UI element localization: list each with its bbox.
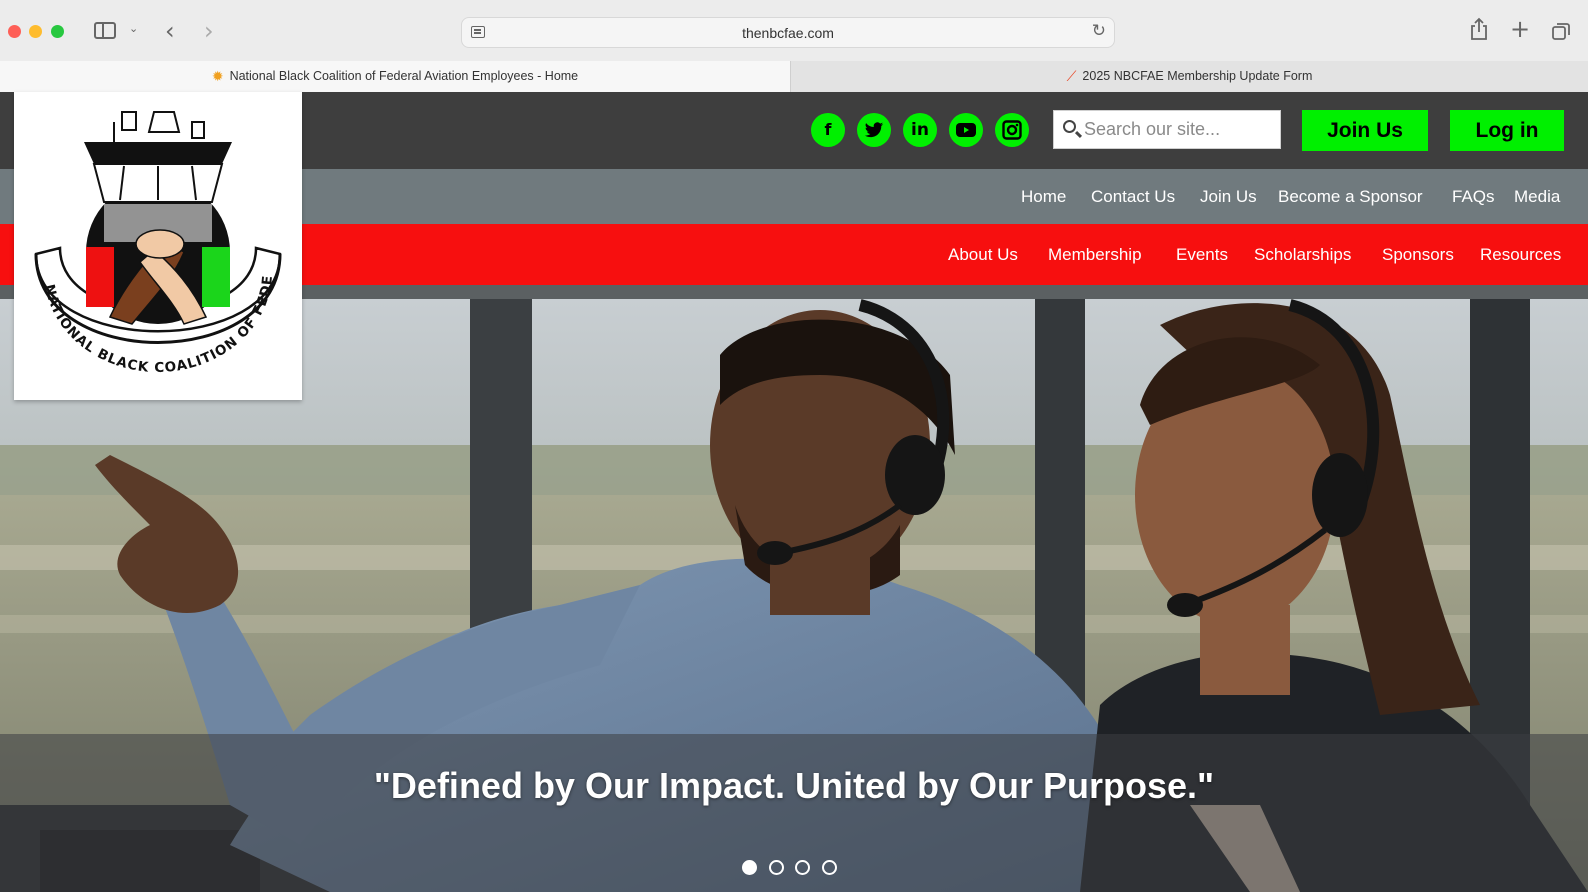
utility-nav-contact-us[interactable]: Contact Us [1091,187,1175,207]
search-input[interactable] [1084,111,1274,148]
join-us-button[interactable]: Join Us [1302,110,1428,151]
main-nav-scholarships[interactable]: Scholarships [1254,245,1351,265]
tab-bar: ✹ National Black Coalition of Federal Avi… [0,61,1588,92]
tab-membership-form[interactable]: ⟋ 2025 NBCFAE Membership Update Form [790,61,1588,92]
back-arrow-icon[interactable]: ‹ [165,17,175,45]
main-nav-membership[interactable]: Membership [1048,245,1142,265]
close-window-button[interactable] [8,25,21,38]
minimize-window-button[interactable] [29,25,42,38]
slide-dot-1[interactable] [742,860,757,875]
reload-icon[interactable]: ↻ [1092,21,1106,41]
main-nav-resources[interactable]: Resources [1480,245,1561,265]
login-button[interactable]: Log in [1450,110,1564,151]
browser-toolbar: ⌄ ‹ › thenbcfae.com ↻ + [0,0,1588,62]
caption-band [0,734,1588,892]
facebook-icon[interactable]: f [811,113,845,147]
slide-dot-2[interactable] [769,860,784,875]
url-text: thenbcfae.com [742,25,834,41]
site-search [1053,110,1281,149]
sun-favicon-icon: ✹ [211,68,224,84]
slide-dot-3[interactable] [795,860,810,875]
youtube-icon[interactable] [949,113,983,147]
forward-arrow-icon[interactable]: › [204,17,214,45]
chevron-down-icon[interactable]: ⌄ [129,22,138,35]
control-tower-emblem: NATIONAL BLACK COALITION OF FEDERAL AVIA… [7,80,282,376]
utility-nav-media[interactable]: Media [1514,187,1560,207]
slide-dot-4[interactable] [822,860,837,875]
new-tab-icon[interactable]: + [1510,15,1530,43]
tab-label: 2025 NBCFAE Membership Update Form [1082,69,1313,83]
twitter-icon[interactable] [857,113,891,147]
zoom-window-button[interactable] [51,25,64,38]
main-nav-events[interactable]: Events [1176,245,1228,265]
hero-caption: "Defined by Our Impact. United by Our Pu… [373,765,1215,806]
utility-nav-become-a-sponsor[interactable]: Become a Sponsor [1278,187,1423,207]
utility-nav-home[interactable]: Home [1021,187,1066,207]
instagram-icon[interactable] [995,113,1029,147]
tab-overview-icon[interactable] [1551,21,1571,41]
share-icon[interactable] [1470,17,1488,41]
main-nav-sponsors[interactable]: Sponsors [1382,245,1454,265]
utility-nav-faqs[interactable]: FAQs [1452,187,1495,207]
utility-nav-join-us[interactable]: Join Us [1200,187,1257,207]
nbcfae-logo[interactable]: NATIONAL BLACK COALITION OF FEDERAL AVIA… [7,80,302,400]
form-favicon-icon: ⟋ [1066,68,1077,84]
main-nav-about-us[interactable]: About Us [948,245,1018,265]
tab-home[interactable]: ✹ National Black Coalition of Federal Avi… [0,61,790,92]
search-icon [1063,120,1076,133]
tab-label: National Black Coalition of Federal Avia… [229,69,579,83]
sidebar-toggle-icon[interactable] [94,22,116,39]
address-bar[interactable]: thenbcfae.com ↻ [461,17,1115,48]
linkedin-icon[interactable]: in [903,113,937,147]
